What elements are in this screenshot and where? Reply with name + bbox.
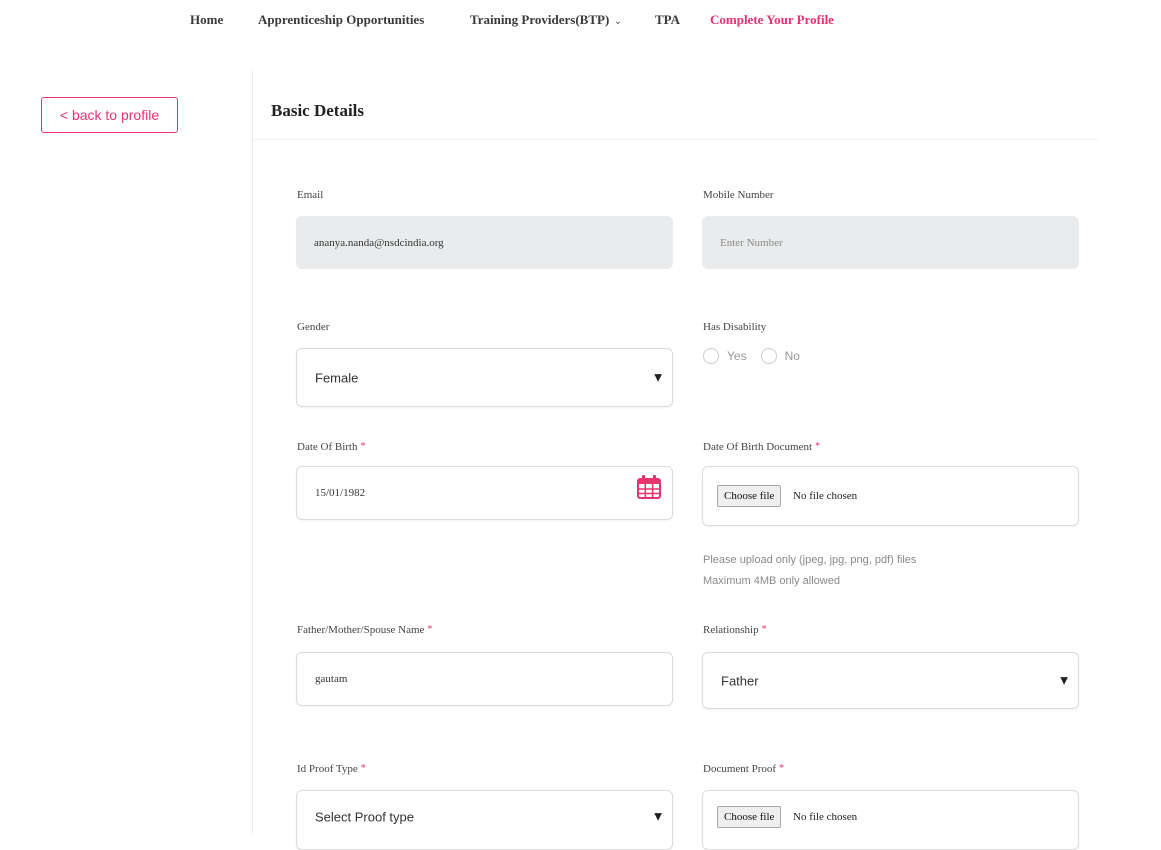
dob-document-label-text: Date Of Birth Document — [703, 441, 813, 453]
nav-tpa[interactable]: TPA — [655, 12, 680, 28]
disability-yes-label: Yes — [727, 349, 747, 363]
relationship-select[interactable]: Father ▼ — [702, 652, 1079, 709]
parent-name-value: gautam — [315, 673, 348, 685]
document-proof-file-status: No file chosen — [793, 811, 858, 823]
disability-no-label: No — [784, 349, 800, 363]
id-proof-type-label: Id Proof Type * — [297, 763, 366, 775]
id-proof-type-label-text: Id Proof Type — [297, 763, 358, 775]
nav-apprenticeship-opportunities[interactable]: Apprenticeship Opportunities — [258, 12, 424, 28]
disability-yes-radio[interactable]: Yes — [703, 348, 747, 364]
disability-radio-group: Yes No — [703, 348, 814, 364]
nav-complete-profile[interactable]: Complete Your Profile — [710, 12, 834, 28]
gender-value: Female — [315, 370, 359, 385]
email-label: Email — [297, 189, 324, 201]
relationship-label: Relationship * — [703, 624, 767, 636]
dob-document-label: Date Of Birth Document * — [703, 441, 820, 453]
caret-down-icon: ▼ — [1060, 675, 1068, 686]
dob-input[interactable]: 15/01/1982 — [296, 466, 673, 520]
document-proof-choose-file-button[interactable]: Choose file — [717, 806, 782, 828]
required-mark: * — [779, 763, 785, 774]
disability-label: Has Disability — [703, 321, 767, 333]
section-title: Basic Details — [271, 101, 365, 120]
document-proof-label-text: Document Proof — [703, 763, 777, 775]
calendar-icon[interactable] — [636, 474, 662, 500]
id-proof-type-select[interactable]: Select Proof type ▼ — [296, 790, 673, 850]
mobile-label: Mobile Number — [703, 189, 774, 201]
required-mark: * — [427, 624, 433, 635]
document-proof-label: Document Proof * — [703, 763, 784, 775]
nav-training-providers-label: Training Providers(BTP) — [470, 12, 610, 27]
dob-value: 15/01/1982 — [315, 487, 366, 499]
top-nav: Home Apprenticeship Opportunities Traini… — [0, 0, 1161, 40]
upload-size-hint: Maximum 4MB only allowed — [703, 575, 840, 587]
disability-no-radio[interactable]: No — [760, 348, 800, 364]
parent-name-input[interactable]: gautam — [296, 652, 673, 706]
dob-document-file-status: No file chosen — [793, 490, 858, 502]
dob-document-upload: Choose file No file chosen — [702, 466, 1079, 526]
dob-label: Date Of Birth * — [297, 441, 365, 453]
gender-select[interactable]: Female ▼ — [296, 348, 673, 407]
id-proof-type-value: Select Proof type — [315, 809, 414, 825]
dob-document-choose-file-button[interactable]: Choose file — [717, 485, 782, 507]
radio-circle — [703, 348, 719, 364]
mobile-number-field[interactable]: Enter Number — [702, 216, 1079, 269]
gender-label: Gender — [297, 321, 330, 333]
nav-home[interactable]: Home — [190, 12, 223, 28]
required-mark: * — [360, 763, 366, 774]
document-proof-upload: Choose file No file chosen — [702, 790, 1079, 850]
mobile-placeholder: Enter Number — [720, 236, 783, 249]
parent-name-label: Father/Mother/Spouse Name * — [297, 624, 432, 636]
section-divider — [253, 139, 1098, 140]
email-value: ananya.nanda@nsdcindia.org — [314, 236, 444, 249]
parent-name-label-text: Father/Mother/Spouse Name — [297, 624, 425, 636]
email-field[interactable]: ananya.nanda@nsdcindia.org — [296, 216, 673, 269]
nav-training-providers[interactable]: Training Providers(BTP) ⌄ — [470, 12, 622, 28]
radio-circle — [760, 348, 777, 364]
caret-down-icon: ▼ — [654, 372, 662, 383]
dob-label-text: Date Of Birth — [297, 441, 358, 453]
caret-down-icon: ▼ — [654, 811, 662, 823]
required-mark: * — [761, 624, 767, 635]
upload-format-hint: Please upload only (jpeg, jpg, png, pdf)… — [703, 554, 917, 566]
relationship-label-text: Relationship — [703, 624, 759, 636]
vertical-divider — [252, 70, 253, 834]
chevron-down-icon: ⌄ — [611, 16, 623, 27]
relationship-value: Father — [721, 673, 759, 688]
back-to-profile-button[interactable]: < back to profile — [41, 97, 178, 133]
required-mark: * — [360, 441, 366, 452]
required-mark: * — [815, 441, 821, 452]
